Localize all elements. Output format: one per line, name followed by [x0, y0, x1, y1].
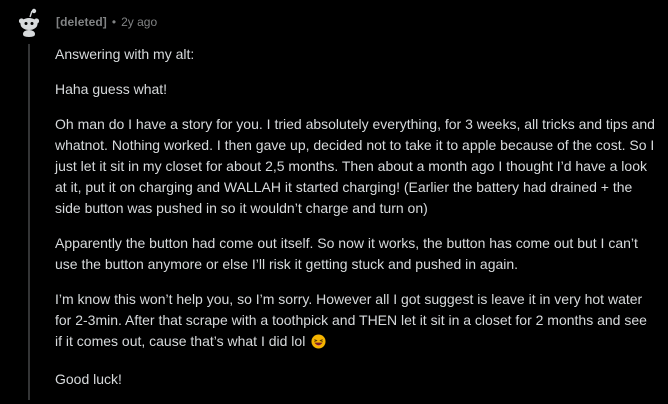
- comment-timestamp[interactable]: 2y ago: [121, 15, 157, 29]
- comment-paragraph-text: I’m know this won’t help you, so I’m sor…: [55, 291, 647, 349]
- comment-header: [deleted] • 2y ago: [14, 6, 157, 38]
- thread-line[interactable]: [28, 44, 30, 400]
- comment-paragraph: Oh man do I have a story for you. I trie…: [55, 116, 655, 216]
- comment-paragraph: Good luck!: [55, 371, 122, 387]
- avatar[interactable]: [14, 7, 44, 37]
- comment-body: Answering with my alt: Haha guess what! …: [55, 44, 655, 404]
- author-name[interactable]: [deleted]: [56, 15, 107, 29]
- comment: [deleted] • 2y ago Answering with my alt…: [0, 0, 668, 400]
- comment-paragraph: Haha guess what!: [55, 81, 168, 97]
- comment-paragraph-with-emoji: I’m know this won’t help you, so I’m sor…: [55, 289, 655, 355]
- laughing-face-emoji-icon: [311, 334, 326, 355]
- comment-paragraph: Apparently the button had come out itsel…: [55, 235, 638, 272]
- comment-paragraph: Answering with my alt:: [55, 46, 195, 62]
- meta-separator: •: [111, 15, 117, 29]
- reddit-snoo-avatar-icon: [14, 7, 44, 37]
